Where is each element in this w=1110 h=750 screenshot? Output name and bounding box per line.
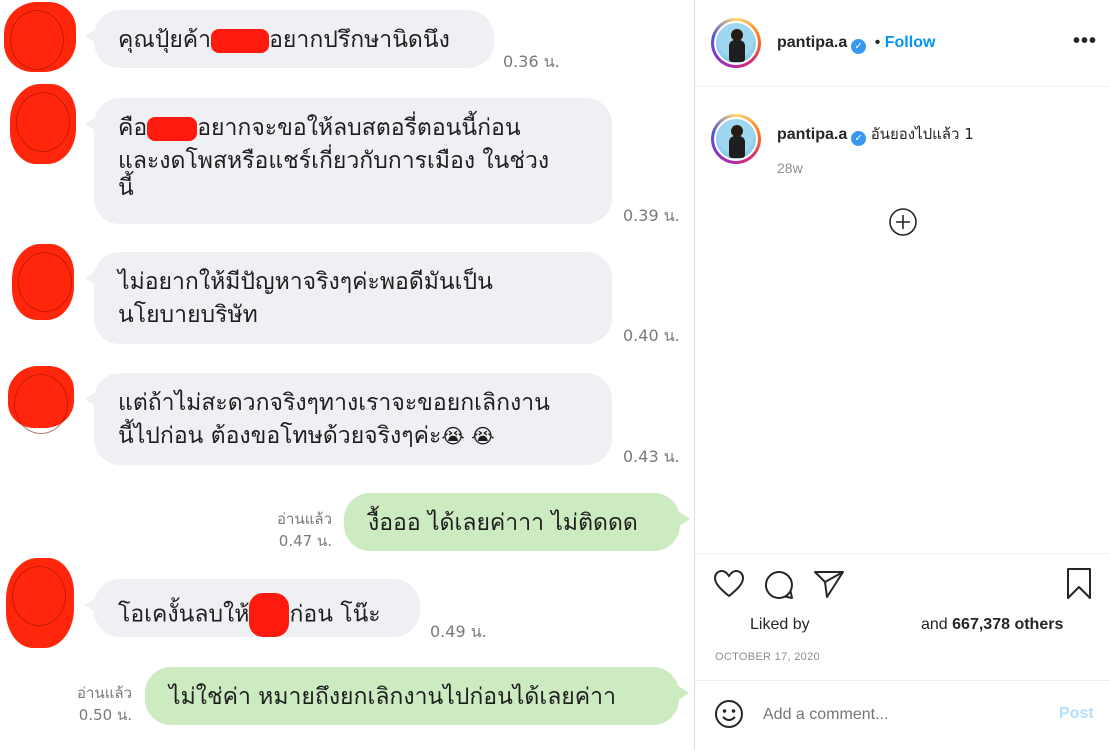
redacted-avatar	[8, 366, 74, 434]
header-user-row: pantipa.a ✓ • Follow	[777, 34, 935, 54]
message-text: ไม่อยากให้มีปัญหาจริงๆค่ะพอดีมันเป็น	[118, 269, 493, 295]
crying-emoji: 😭 😭	[441, 424, 495, 448]
caption-row: pantipa.a ✓ อันยองไปแล้ว 1	[777, 122, 974, 146]
bookmark-icon[interactable]	[1065, 567, 1093, 606]
message-text: คุณปุ้ยค้า	[118, 27, 212, 53]
likes-prefix: Liked by	[750, 616, 810, 633]
message-text: คือ	[118, 115, 148, 141]
follow-button[interactable]: Follow	[885, 34, 936, 51]
header-username[interactable]: pantipa.a	[777, 34, 847, 51]
message-time: 0.40 น.	[623, 326, 680, 345]
post-button[interactable]: Post	[1059, 705, 1094, 723]
message-text: ไม่ใช่ค่า หมายถึงยกเลิกงานไปก่อนได้เลยค่…	[169, 684, 616, 710]
read-label: อ่านแล้ว	[77, 684, 132, 702]
profile-avatar[interactable]	[711, 18, 761, 68]
message-time: 0.50 น.	[78, 706, 132, 724]
redaction-mark	[249, 593, 290, 637]
message-text: อยากปรึกษานิดนึง	[269, 27, 450, 53]
likes-summary: and 667,378 others	[921, 616, 1063, 634]
redaction-mark	[211, 28, 270, 53]
verified-badge-icon: ✓	[851, 39, 867, 54]
message-text: ก่อน โน๊ะ	[289, 601, 381, 628]
redacted-avatar	[6, 558, 74, 648]
message-time: 0.49 น.	[430, 622, 487, 641]
more-options-icon[interactable]: •••	[1073, 30, 1097, 53]
chat-bubble: คุณปุ้ยค้า อยากปรึกษานิดนึง	[85, 10, 494, 68]
read-receipt: อ่านแล้ว 0.50 น.	[60, 682, 132, 726]
chat-bubble: คือ อยากจะขอให้ลบสตอรี่ตอนนี้ก่อน และงดโพ…	[85, 98, 612, 224]
read-label: อ่านแล้ว	[277, 510, 332, 528]
plus-circle-icon[interactable]	[888, 207, 918, 242]
comment-input[interactable]	[763, 702, 1043, 728]
instagram-post-panel: pantipa.a ✓ • Follow ••• pantipa.a ✓ อันยอ…	[694, 0, 1110, 750]
my-chat-bubble: งื้อออ ได้เลยค่าาา ไม่ติดดด	[344, 493, 690, 551]
likes-middle: and	[921, 616, 948, 633]
smiley-icon[interactable]	[714, 699, 744, 734]
message-text: และงดโพสหรือแชร์เกี่ยวกับการเมือง ในช่วง	[118, 148, 550, 174]
post-date: OCTOBER 17, 2020	[715, 651, 820, 663]
likes-count[interactable]: 667,378 others	[952, 616, 1063, 633]
caption-avatar[interactable]	[711, 114, 761, 164]
message-time: 0.39 น.	[623, 206, 680, 225]
message-text: โอเคงั้นลบให้	[118, 601, 250, 628]
message-time: 0.43 น.	[623, 447, 680, 466]
verified-badge-icon: ✓	[851, 131, 867, 146]
comment-icon[interactable]	[763, 569, 795, 606]
message-text: นโยบายบริษัท	[118, 302, 258, 328]
comment-divider	[695, 680, 1110, 681]
chat-bubble: ไม่อยากให้มีปัญหาจริงๆค่ะพอดีมันเป็น นโย…	[85, 252, 612, 344]
redacted-avatar	[10, 84, 76, 164]
message-text: งื้อออ ได้เลยค่าาา ไม่ติดดด	[368, 510, 638, 536]
share-icon[interactable]	[813, 569, 845, 604]
redacted-avatar	[12, 244, 74, 320]
message-text: แต่ถ้าไม่สะดวกจริงๆทางเราจะขอยกเลิกงาน	[118, 390, 550, 416]
chat-bubble: โอเคงั้นลบให้ ก่อน โน๊ะ	[85, 579, 420, 637]
caption-age: 28w	[777, 160, 803, 176]
heart-icon[interactable]	[713, 569, 745, 604]
message-text: อยากจะขอให้ลบสตอรี่ตอนนี้ก่อน	[197, 115, 521, 141]
read-receipt: อ่านแล้ว 0.47 น.	[262, 508, 332, 552]
message-text: นี้ไปก่อน ต้องขอโทษด้วยจริงๆค่ะ	[118, 423, 442, 449]
redaction-mark	[147, 116, 198, 141]
chat-bubble: แต่ถ้าไม่สะดวกจริงๆทางเราจะขอยกเลิกงาน น…	[85, 373, 612, 465]
my-chat-bubble: ไม่ใช่ค่า หมายถึงยกเลิกงานไปก่อนได้เลยค่…	[145, 667, 689, 725]
caption-username[interactable]: pantipa.a	[777, 126, 847, 143]
caption-text: อันยองไปแล้ว 1	[870, 125, 974, 143]
redacted-avatar	[4, 2, 76, 72]
actions-divider	[695, 553, 1110, 554]
message-time: 0.36 น.	[503, 52, 560, 71]
chat-screenshot: คุณปุ้ยค้า อยากปรึกษานิดนึง 0.36 น. คือ อย…	[0, 0, 694, 750]
header-divider	[695, 86, 1110, 87]
message-time: 0.47 น.	[278, 532, 332, 550]
separator-dot: •	[874, 34, 881, 51]
